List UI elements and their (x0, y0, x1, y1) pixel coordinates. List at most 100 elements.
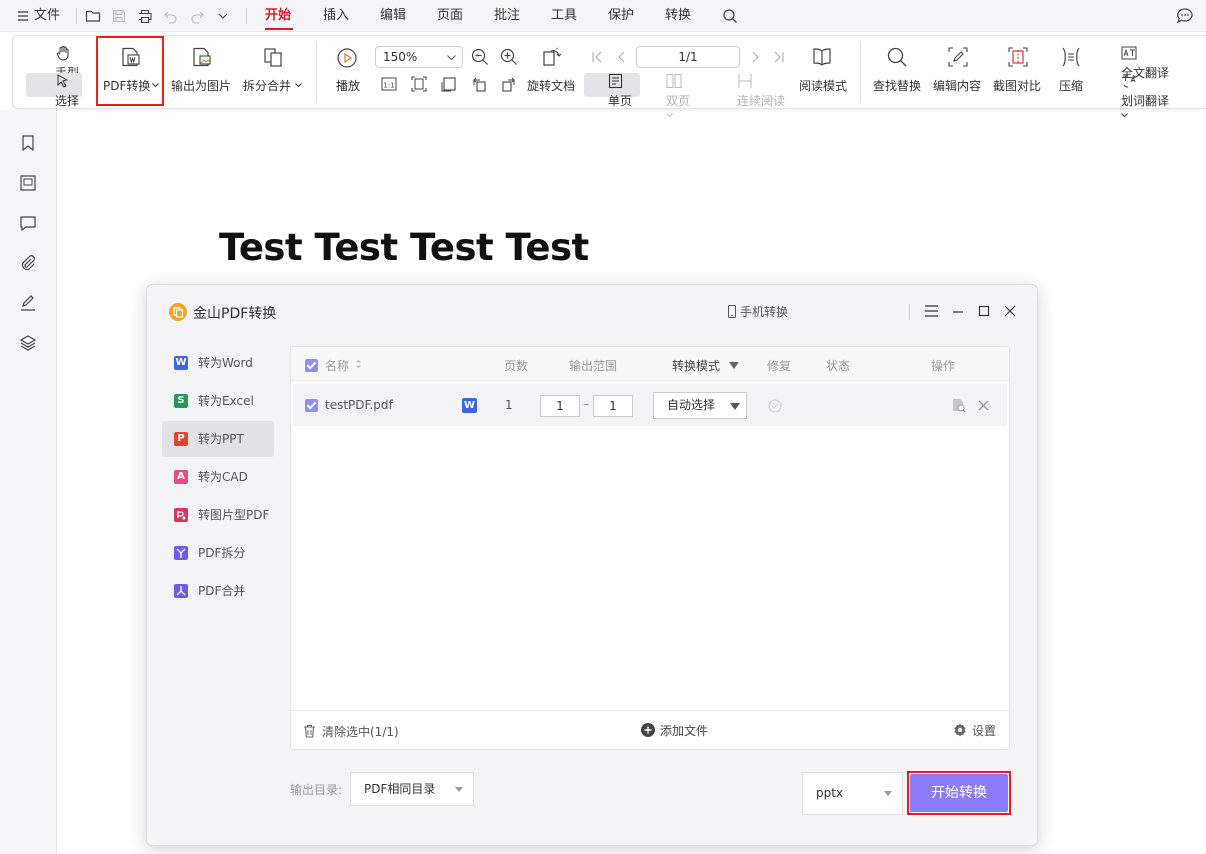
range-to-input[interactable]: 1 (593, 395, 633, 417)
pdf-convert-label: PDF转换 (103, 79, 151, 93)
read-mode-label: 阅读模式 (799, 79, 848, 93)
range-from-input[interactable]: 1 (540, 395, 580, 417)
bookmark-icon[interactable] (19, 134, 37, 152)
start-convert-button[interactable]: 开始转换 (910, 774, 1008, 812)
page-number-value: 1/1 (678, 50, 698, 64)
fit-page-icon[interactable] (411, 76, 427, 92)
search-icon[interactable] (722, 8, 738, 24)
sidebar-item-pdf-merge[interactable]: PDF合并 (162, 573, 274, 609)
find-replace-button[interactable]: 查找替换 (873, 42, 925, 100)
pdf-convert-button[interactable]: PDF转换 (101, 42, 161, 100)
tab-page[interactable]: 页面 (437, 0, 463, 32)
screenshot-compare-button[interactable]: 截图对比 (993, 42, 1045, 100)
comment-icon[interactable] (19, 214, 37, 232)
fit-width-icon[interactable] (441, 76, 457, 92)
sidebar-item-to-ppt[interactable]: P 转为PPT (162, 421, 274, 457)
hand-tool-button[interactable]: 手型 (31, 45, 79, 80)
close-icon[interactable] (1004, 305, 1016, 317)
convert-mode-select[interactable]: 自动选择 (653, 392, 747, 419)
zoom-out-icon[interactable] (471, 48, 489, 66)
rotate-right-icon[interactable] (501, 76, 517, 92)
signature-icon[interactable] (19, 294, 37, 312)
export-image-label: 输出为图片 (171, 79, 232, 93)
edit-content-icon (947, 46, 969, 68)
page-number-input[interactable]: 1/1 (636, 46, 740, 68)
actual-size-icon[interactable]: 1:1 (381, 76, 397, 92)
thumbnail-icon[interactable] (19, 174, 37, 192)
split-merge-button[interactable]: 拆分合并 (243, 42, 305, 100)
next-page-icon[interactable] (749, 51, 761, 63)
export-image-button[interactable]: 输出为图片 (171, 42, 233, 100)
save-icon[interactable] (111, 8, 127, 24)
output-format-select[interactable]: pptx (802, 772, 903, 815)
find-replace-label: 查找替换 (873, 79, 922, 93)
remove-file-icon[interactable] (978, 400, 989, 411)
tab-insert[interactable]: 插入 (323, 0, 349, 32)
mobile-convert-label: 手机转换 (740, 305, 789, 319)
header-convert-mode[interactable]: 转换模式 (672, 357, 720, 374)
edit-content-button[interactable]: 编辑内容 (933, 42, 985, 100)
open-book-icon (811, 46, 833, 68)
trash-icon (303, 724, 316, 738)
rotate-document-button[interactable]: 旋转文档 (527, 42, 579, 100)
header-name[interactable]: 名称 (325, 357, 349, 374)
word-translate-button[interactable]: 划词翻译 (1099, 73, 1169, 118)
tab-convert[interactable]: 转换 (665, 0, 691, 32)
select-all-checkbox[interactable] (305, 359, 318, 372)
print-icon[interactable] (137, 8, 153, 24)
rotate-left-icon[interactable] (471, 76, 487, 92)
table-row[interactable] (293, 384, 1007, 426)
double-page-button[interactable]: 双页 (646, 73, 690, 118)
chevron-down-icon[interactable] (215, 8, 231, 24)
dialog-title: 金山PDF转换 (193, 306, 277, 322)
clear-selected-button[interactable]: 清除选中(1/1) (303, 723, 399, 740)
open-folder-icon[interactable] (85, 8, 101, 24)
app-logo-icon (169, 303, 187, 321)
read-mode-button[interactable]: 阅读模式 (797, 42, 849, 100)
single-page-button[interactable]: 单页 (584, 73, 640, 108)
chat-icon[interactable] (1176, 7, 1194, 25)
minimize-icon[interactable] (952, 305, 964, 317)
first-page-icon[interactable] (591, 51, 603, 63)
repair-check-icon[interactable] (768, 399, 782, 413)
preview-file-icon[interactable] (951, 398, 966, 413)
tab-edit[interactable]: 编辑 (380, 0, 406, 32)
continuous-read-button[interactable]: 连续阅读 (717, 73, 785, 108)
settings-button[interactable]: 设置 (953, 722, 996, 739)
tab-annotate[interactable]: 批注 (494, 0, 520, 32)
undo-icon[interactable] (163, 8, 179, 24)
previous-page-icon[interactable] (616, 51, 628, 63)
sidebar-item-to-cad[interactable]: A 转为CAD (162, 459, 274, 495)
redo-icon[interactable] (189, 8, 205, 24)
sidebar-item-pdf-split[interactable]: PDF拆分 (162, 535, 274, 571)
tab-tools[interactable]: 工具 (551, 0, 577, 32)
maximize-icon[interactable] (978, 305, 990, 317)
layers-icon[interactable] (19, 334, 37, 352)
sidebar-item-to-word[interactable]: W 转为Word (162, 345, 274, 381)
full-translate-button[interactable]: 全文翻译 (1099, 45, 1169, 80)
menu-icon[interactable] (925, 305, 938, 317)
play-button[interactable]: 播放 (331, 42, 367, 100)
last-page-icon[interactable] (773, 51, 785, 63)
sidebar-item-to-image-pdf[interactable]: 转图片型PDF (162, 497, 274, 533)
screenshot-compare-icon (1007, 46, 1029, 68)
tab-protect[interactable]: 保护 (608, 0, 634, 32)
actual-size-text: 1:1 (383, 82, 394, 90)
mode-dropdown-triangle-icon[interactable] (729, 362, 739, 369)
compress-button[interactable]: 压缩 (1055, 42, 1091, 100)
rotate-document-icon (541, 46, 563, 68)
file-menu[interactable]: 文件 (18, 0, 60, 32)
add-file-button[interactable]: 添加文件 (641, 722, 708, 739)
select-tool-button[interactable]: 选择 (26, 73, 82, 108)
row-checkbox[interactable] (305, 399, 318, 412)
sidebar-item-to-excel[interactable]: S 转为Excel (162, 383, 274, 419)
mobile-convert-button[interactable]: 手机转换 (726, 303, 788, 320)
sort-icon[interactable] (355, 358, 362, 370)
attachment-icon[interactable] (19, 254, 37, 272)
sidebar-item-label: PDF合并 (198, 584, 246, 598)
output-dir-select[interactable]: PDF相同目录 (350, 772, 474, 806)
chevron-down-icon (730, 403, 740, 410)
zoom-in-icon[interactable] (500, 48, 518, 66)
zoom-select[interactable]: 150% (375, 46, 463, 68)
document-heading: Test Test Test Test (219, 226, 589, 269)
